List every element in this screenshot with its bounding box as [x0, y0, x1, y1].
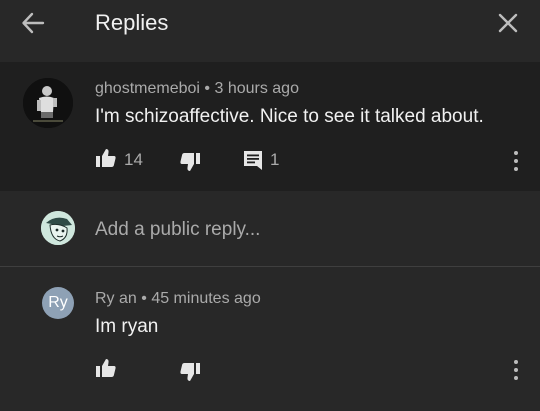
like-count: 14	[124, 150, 143, 169]
comment-author[interactable]: ghostmemeboi	[95, 80, 200, 97]
reply-count: 1	[270, 150, 280, 169]
profile-photo-icon	[23, 78, 73, 128]
reply-time: 45 minutes ago	[151, 290, 261, 307]
reply-meta: Ry an • 45 minutes ago	[95, 289, 261, 309]
user-avatar[interactable]	[41, 211, 75, 245]
drawn-face-icon	[41, 211, 75, 245]
more-options-button[interactable]	[506, 357, 526, 383]
close-button[interactable]	[497, 12, 519, 34]
reply-button[interactable]	[243, 150, 263, 175]
dislike-button[interactable]	[179, 362, 201, 387]
thumbs-down-icon	[180, 363, 200, 381]
thumbs-down-icon	[180, 153, 200, 171]
reply-input[interactable]: Add a public reply...	[95, 218, 260, 242]
replies-header: Replies	[0, 0, 540, 48]
comment-text: I'm schizoaffective. Nice to see it talk…	[95, 106, 484, 127]
thumbs-up-icon	[96, 149, 116, 167]
like-button[interactable]	[95, 148, 117, 173]
divider	[0, 266, 540, 267]
reply-text: Im ryan	[95, 316, 159, 337]
meta-separator: •	[141, 290, 147, 307]
reply-author[interactable]: Ry an	[95, 290, 137, 307]
back-button[interactable]	[20, 10, 46, 36]
dislike-button[interactable]	[179, 152, 201, 177]
avatar[interactable]	[23, 78, 73, 128]
comment-meta: ghostmemeboi • 3 hours ago	[95, 79, 299, 99]
arrow-back-icon	[22, 12, 45, 34]
meta-separator: •	[204, 80, 211, 97]
like-button[interactable]	[95, 358, 117, 383]
close-icon	[498, 13, 518, 33]
comment-icon	[244, 151, 262, 170]
parent-comment: ghostmemeboi • 3 hours ago I'm schizoaff…	[0, 62, 540, 191]
avatar[interactable]: Ry	[42, 287, 74, 319]
more-options-button[interactable]	[506, 148, 526, 174]
comment-time: 3 hours ago	[214, 80, 299, 97]
page-title: Replies	[95, 10, 169, 35]
thumbs-up-icon	[96, 359, 116, 377]
reply-composer	[0, 191, 540, 267]
